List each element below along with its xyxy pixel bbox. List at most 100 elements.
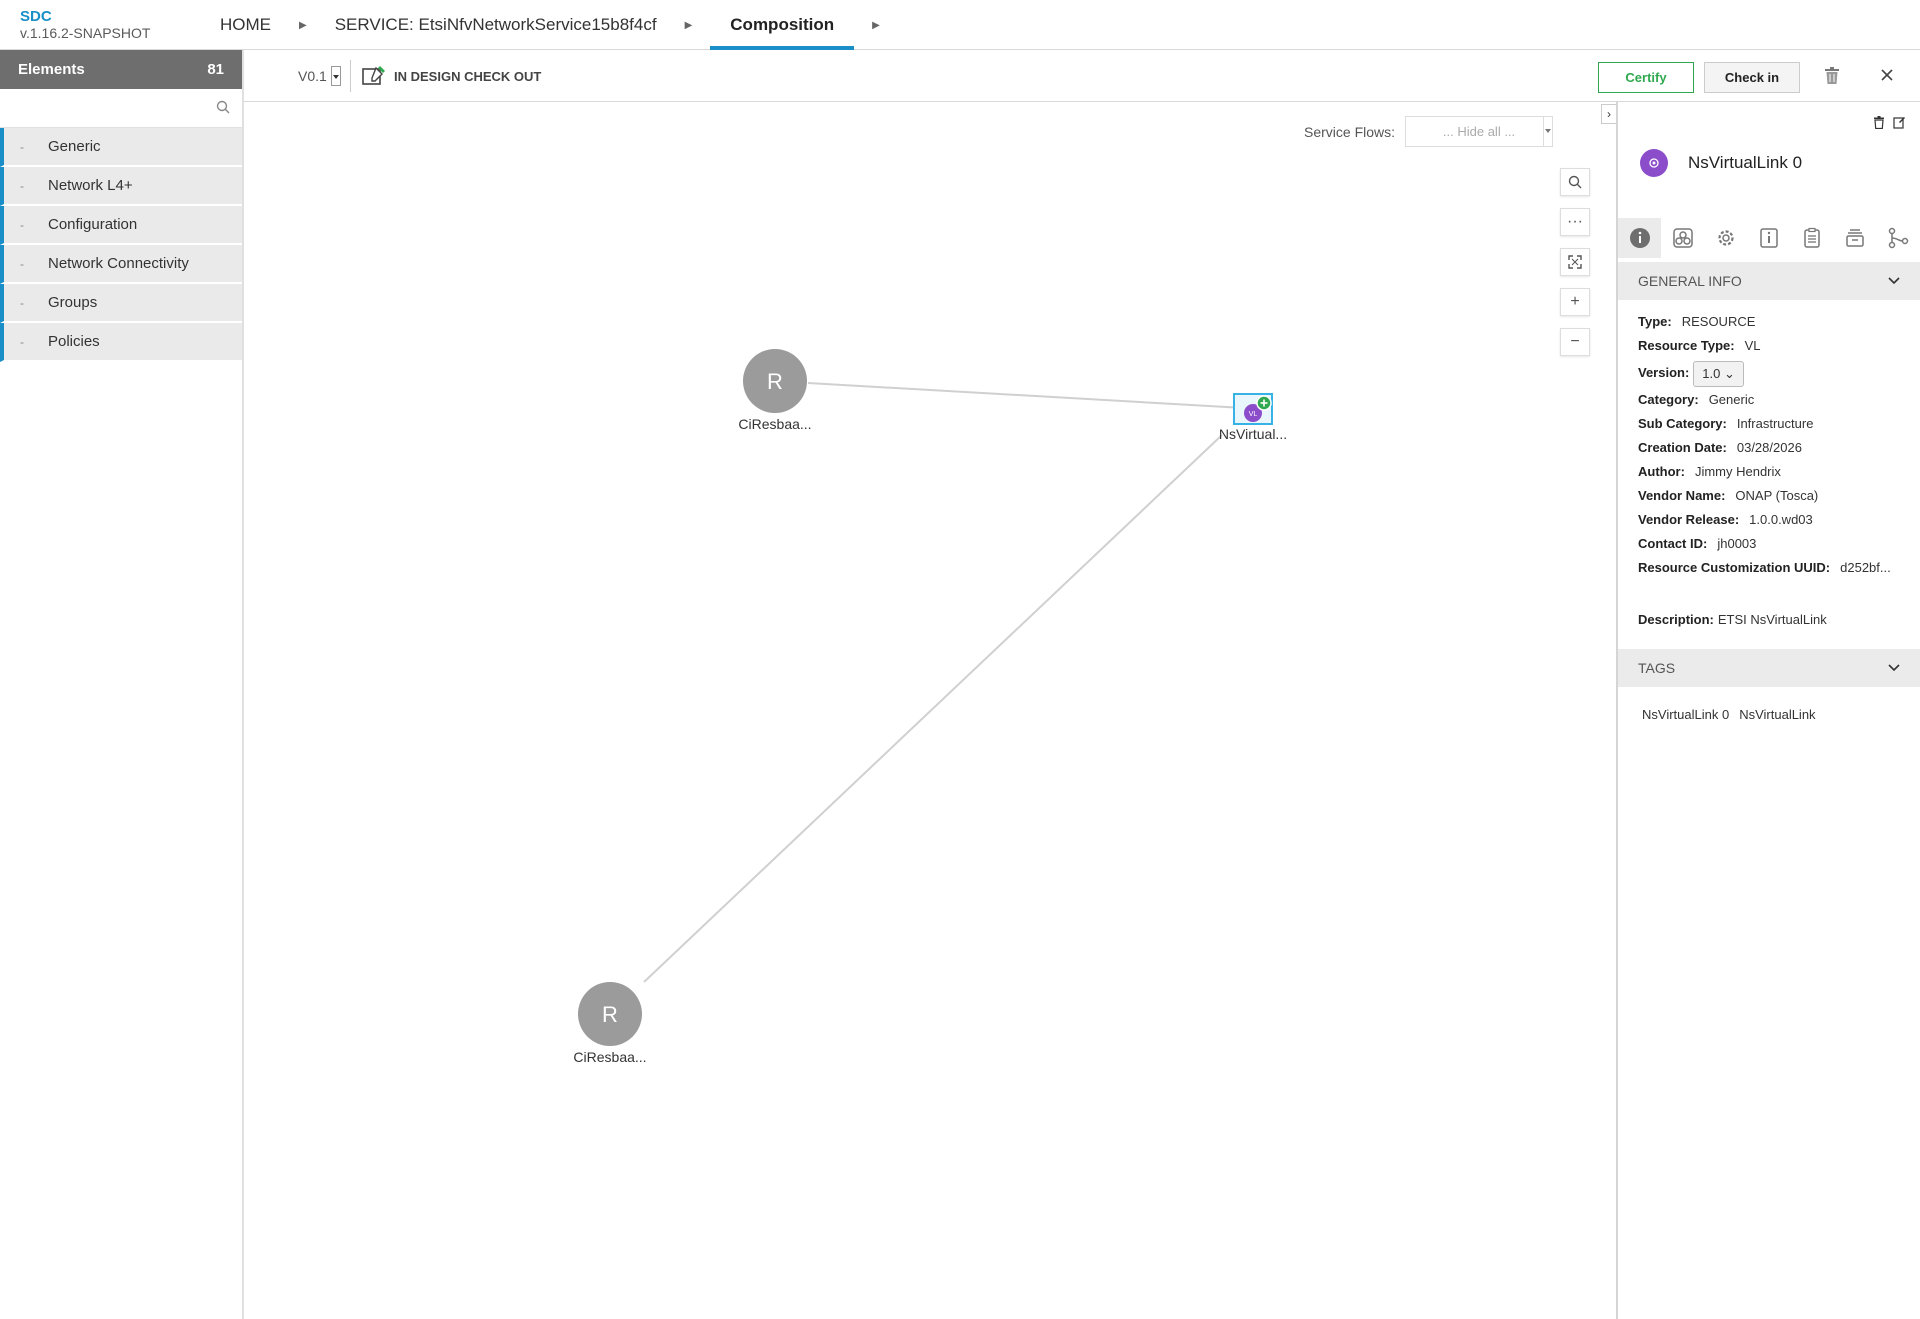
ellipsis-icon: ··· — [1567, 213, 1583, 230]
tab-properties[interactable] — [1704, 218, 1747, 258]
palette-group-generic[interactable]: - Generic — [0, 128, 242, 167]
palette-group-groups[interactable]: - Groups — [0, 284, 242, 323]
chevron-down-icon — [1888, 277, 1900, 285]
zoom-out-button[interactable]: − — [1560, 328, 1590, 356]
tab-deployment-artifacts[interactable] — [1661, 218, 1704, 258]
info-row-category: Category: Generic — [1638, 392, 1755, 407]
palette-group-label: Policies — [48, 333, 100, 350]
close-icon[interactable] — [1880, 68, 1894, 87]
palette-group-label: Groups — [48, 294, 98, 311]
link-edge[interactable] — [807, 382, 1245, 409]
workspace-toolbar: V0.1 IN DESIGN CHECK OUT Certify Check i… — [244, 50, 1920, 102]
tags-section-header[interactable]: TAGS — [1618, 649, 1920, 687]
panel-collapse-toggle[interactable]: › — [1601, 104, 1617, 124]
gear-icon — [1718, 230, 1734, 246]
caret-down-icon — [1543, 117, 1552, 146]
collapse-icon: - — [20, 217, 24, 232]
palette-search — [0, 89, 242, 128]
tab-information-artifacts[interactable] — [1747, 218, 1790, 258]
version-dropdown[interactable]: 1.0 ⌄ — [1693, 360, 1744, 387]
palette-search-input[interactable] — [0, 89, 240, 127]
breadcrumb-composition[interactable]: Composition — [710, 0, 855, 50]
general-info-section-header[interactable]: GENERAL INFO — [1618, 262, 1920, 300]
palette-group-label: Generic — [48, 138, 101, 155]
layers-icon — [1846, 229, 1865, 247]
version-select[interactable]: V0.1 — [298, 66, 341, 86]
lifecycle-status-text: IN DESIGN CHECK OUT — [394, 68, 542, 84]
app-version: v.1.16.2-SNAPSHOT — [20, 25, 151, 41]
service-flows-select[interactable]: ... Hide all ... — [1405, 116, 1554, 147]
certify-button[interactable]: Certify — [1598, 62, 1694, 93]
fit-to-screen-button[interactable] — [1560, 248, 1590, 276]
chevron-right-icon[interactable]: ▶ — [854, 20, 898, 31]
toolbar-divider — [350, 60, 351, 92]
palette-group-network-connectivity[interactable]: - Network Connectivity — [0, 245, 242, 284]
checkout-edit-icon — [362, 66, 385, 85]
tab-requirements[interactable] — [1834, 218, 1877, 258]
artifacts-icon — [1672, 228, 1693, 248]
panel-tabs — [1618, 218, 1920, 258]
trash-icon[interactable] — [1824, 67, 1840, 90]
tab-api-artifacts[interactable] — [1791, 218, 1834, 258]
chevron-down-icon — [1888, 664, 1900, 672]
collapse-icon: - — [20, 295, 24, 310]
collapse-icon: - — [20, 139, 24, 154]
edit-icon[interactable] — [1893, 116, 1906, 129]
search-icon[interactable] — [216, 100, 230, 119]
check-in-button[interactable]: Check in — [1704, 62, 1800, 93]
resource-node-2[interactable]: R — [578, 982, 642, 1046]
section-title: TAGS — [1638, 660, 1676, 676]
chevron-right-icon: ▶ — [684, 19, 693, 31]
relations-icon — [1889, 227, 1909, 249]
general-info: Type: RESOURCE Resource Type: VL Version: 1… — [1638, 310, 1910, 632]
app-logo[interactable]: SDC v.1.16.2-SNAPSHOT — [20, 9, 151, 42]
tags-list: NsVirtualLink 0 NsVirtualLink — [1642, 707, 1816, 722]
info-row-creation-date: Creation Date: 03/28/2026 — [1638, 440, 1802, 455]
breadcrumb-home[interactable]: HOME — [210, 0, 281, 50]
trash-icon[interactable] — [1873, 116, 1885, 129]
collapse-icon: - — [20, 334, 24, 349]
details-panel: NsVirtualLink 0 GENERAL INFO Type: RESOUR… — [1616, 102, 1920, 1319]
info-row-contact-id: Contact ID: jh0003 — [1638, 536, 1757, 551]
node-label: CiResbaa... — [738, 416, 812, 432]
plus-icon: + — [1570, 293, 1580, 310]
canvas-search-button[interactable] — [1560, 168, 1590, 196]
tab-relations[interactable] — [1877, 218, 1920, 258]
node-initial: VL — [1249, 411, 1258, 418]
resource-node-1[interactable]: R — [743, 349, 807, 413]
node-initial: R — [767, 369, 783, 394]
component-name: NsVirtualLink 0 — [1688, 153, 1803, 172]
palette-group-policies[interactable]: - Policies — [0, 323, 242, 362]
composition-graph: R VL R — [578, 349, 1273, 1046]
panel-actions — [1873, 116, 1906, 129]
palette-group-label: Network Connectivity — [48, 255, 189, 272]
vl-node[interactable]: VL — [1233, 393, 1273, 425]
palette-group-configuration[interactable]: - Configuration — [0, 206, 242, 245]
chevron-right-icon: ▶ — [299, 19, 307, 31]
info-row-vendor-name: Vendor Name: ONAP (Tosca) — [1638, 488, 1819, 503]
caret-down-icon — [330, 66, 341, 86]
section-title: GENERAL INFO — [1638, 273, 1742, 289]
info-row-vendor-release: Vendor Release: 1.0.0.wd03 — [1638, 512, 1813, 527]
minus-icon: − — [1570, 333, 1580, 350]
virtual-link-icon — [1640, 149, 1668, 177]
link-edge[interactable] — [643, 434, 1223, 983]
breadcrumb-service[interactable]: SERVICE: EtsiNfvNetworkService15b8f4cf — [325, 0, 667, 50]
composition-canvas[interactable]: R VL R CiResbaa... NsVirtual... CiResbaa… — [244, 102, 1616, 1319]
zoom-in-button[interactable]: + — [1560, 288, 1590, 316]
tab-general-info[interactable] — [1618, 218, 1662, 258]
info-row-customization-uuid: Resource Customization UUID: d252bf... — [1638, 560, 1891, 575]
info-row-version: Version: 1.0 ⌄ — [1638, 358, 1910, 388]
lifecycle-status: IN DESIGN CHECK OUT — [362, 66, 541, 86]
palette-group-network-l4[interactable]: - Network L4+ — [0, 167, 242, 206]
canvas-more-button[interactable]: ··· — [1560, 208, 1590, 236]
chevron-down-icon: ⌄ — [1724, 365, 1735, 381]
node-label: CiResbaa... — [573, 1049, 647, 1065]
node-initial: R — [602, 1002, 618, 1027]
info-row-description: Description: ETSI NsVirtualLink — [1638, 612, 1827, 627]
chevron-right-icon: › — [1607, 107, 1611, 121]
service-flows-label: Service Flows: — [1304, 123, 1396, 140]
service-flows-value: ... Hide all ... — [1442, 124, 1516, 139]
info-square-icon — [1760, 228, 1778, 248]
tag: NsVirtualLink 0 — [1642, 707, 1730, 722]
